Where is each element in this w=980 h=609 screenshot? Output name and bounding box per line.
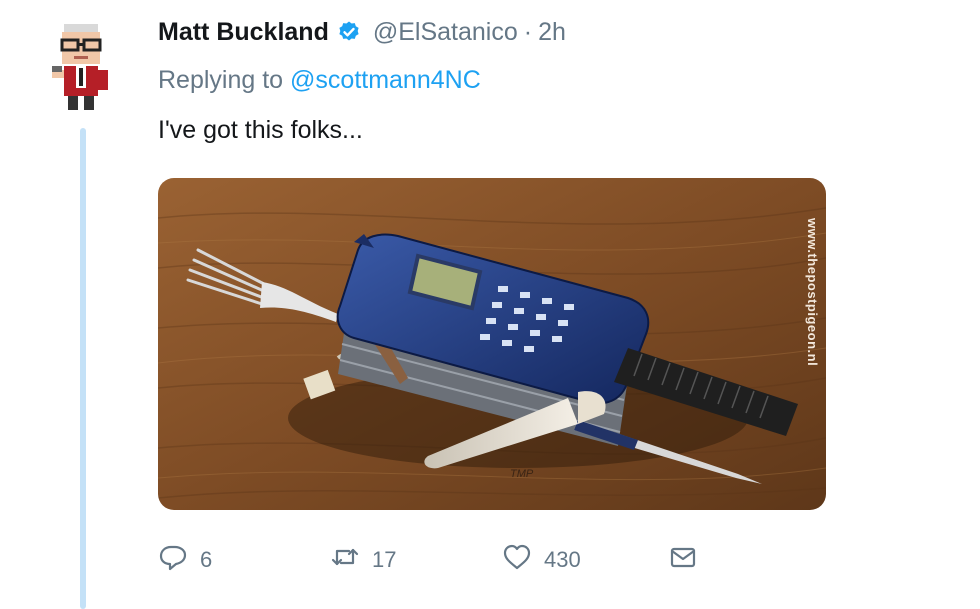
image-watermark: www.thepostpigeon.nl bbox=[805, 218, 820, 367]
replying-to: Replying to @scottmann4NC bbox=[158, 66, 481, 95]
like-button[interactable]: 430 bbox=[502, 540, 581, 580]
direct-message-button[interactable] bbox=[668, 540, 698, 580]
thread-line bbox=[80, 128, 86, 609]
separator-dot: · bbox=[523, 17, 533, 46]
tweet-actions: 6 17 430 bbox=[158, 540, 718, 580]
direct-message-icon bbox=[668, 542, 698, 578]
artist-signature: TMP bbox=[510, 468, 534, 480]
tweet-header: Matt Buckland @ElSatanico · 2h bbox=[158, 12, 566, 52]
tweet-image[interactable]: www.thepostpigeon.nl TMP bbox=[158, 178, 826, 510]
author-handle[interactable]: @ElSatanico bbox=[373, 18, 518, 47]
reply-count: 6 bbox=[200, 547, 213, 572]
avatar[interactable] bbox=[50, 22, 112, 112]
reply-button[interactable]: 6 bbox=[158, 540, 212, 580]
author-name[interactable]: Matt Buckland bbox=[158, 18, 329, 47]
retweet-count: 17 bbox=[372, 547, 397, 572]
tweet-timestamp[interactable]: 2h bbox=[538, 18, 566, 47]
retweet-button[interactable]: 17 bbox=[330, 540, 396, 580]
retweet-icon bbox=[330, 542, 360, 578]
like-count: 430 bbox=[544, 547, 581, 572]
verified-badge-icon bbox=[337, 20, 361, 44]
tweet-text: I've got this folks... bbox=[158, 116, 363, 144]
reply-icon bbox=[158, 542, 188, 578]
reply-prefix: Replying to bbox=[158, 66, 284, 94]
reply-mention-link[interactable]: @scottmann4NC bbox=[290, 66, 481, 94]
like-icon bbox=[502, 542, 532, 578]
